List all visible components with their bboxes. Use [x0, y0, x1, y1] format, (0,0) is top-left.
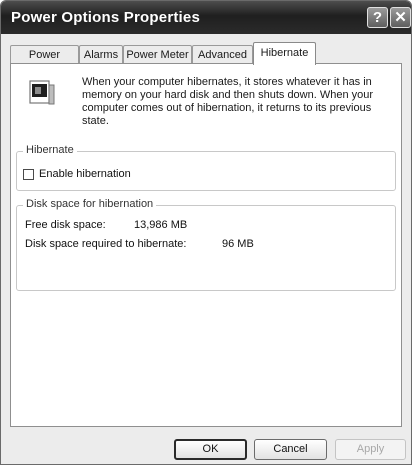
help-button[interactable]: ? — [367, 7, 388, 28]
power-options-dialog: Power Options Properties ? ✕ Power Schem… — [0, 0, 412, 465]
tab-hibernate[interactable]: Hibernate — [253, 42, 316, 65]
hibernate-group-legend: Hibernate — [23, 144, 77, 156]
disk-space-group-legend: Disk space for hibernation — [23, 198, 157, 210]
tab-power-schemes[interactable]: Power Schemes — [10, 45, 79, 79]
hibernate-tab-panel: When your computer hibernates, it stores… — [10, 63, 402, 427]
cancel-button[interactable]: Cancel — [254, 439, 327, 460]
close-button[interactable]: ✕ — [390, 7, 411, 28]
enable-hibernation-label[interactable]: Enable hibernation — [39, 168, 131, 180]
hibernate-computer-icon — [29, 80, 55, 105]
title-bar[interactable]: Power Options Properties ? ✕ — [1, 1, 411, 34]
required-disk-space-value: 96 MB — [222, 238, 254, 250]
free-disk-space-value: 13,986 MB — [134, 219, 188, 231]
enable-hibernation-checkbox[interactable] — [23, 168, 34, 180]
tab-advanced[interactable]: Advanced — [192, 45, 253, 64]
free-disk-space-label: Free disk space: — [25, 219, 106, 231]
tab-power-meter[interactable]: Power Meter — [123, 45, 192, 64]
apply-button[interactable]: Apply — [335, 439, 406, 460]
hibernate-group: Hibernate Enable hibernation — [16, 144, 396, 191]
enable-hibernation-row[interactable]: Enable hibernation — [23, 168, 131, 180]
required-disk-space-label: Disk space required to hibernate: — [25, 238, 187, 250]
disk-space-group: Disk space for hibernation Free disk spa… — [16, 198, 396, 291]
window-title: Power Options Properties — [11, 9, 201, 26]
ok-button[interactable]: OK — [174, 439, 247, 460]
tab-alarms[interactable]: Alarms — [79, 45, 123, 64]
hibernate-description: When your computer hibernates, it stores… — [82, 76, 374, 127]
